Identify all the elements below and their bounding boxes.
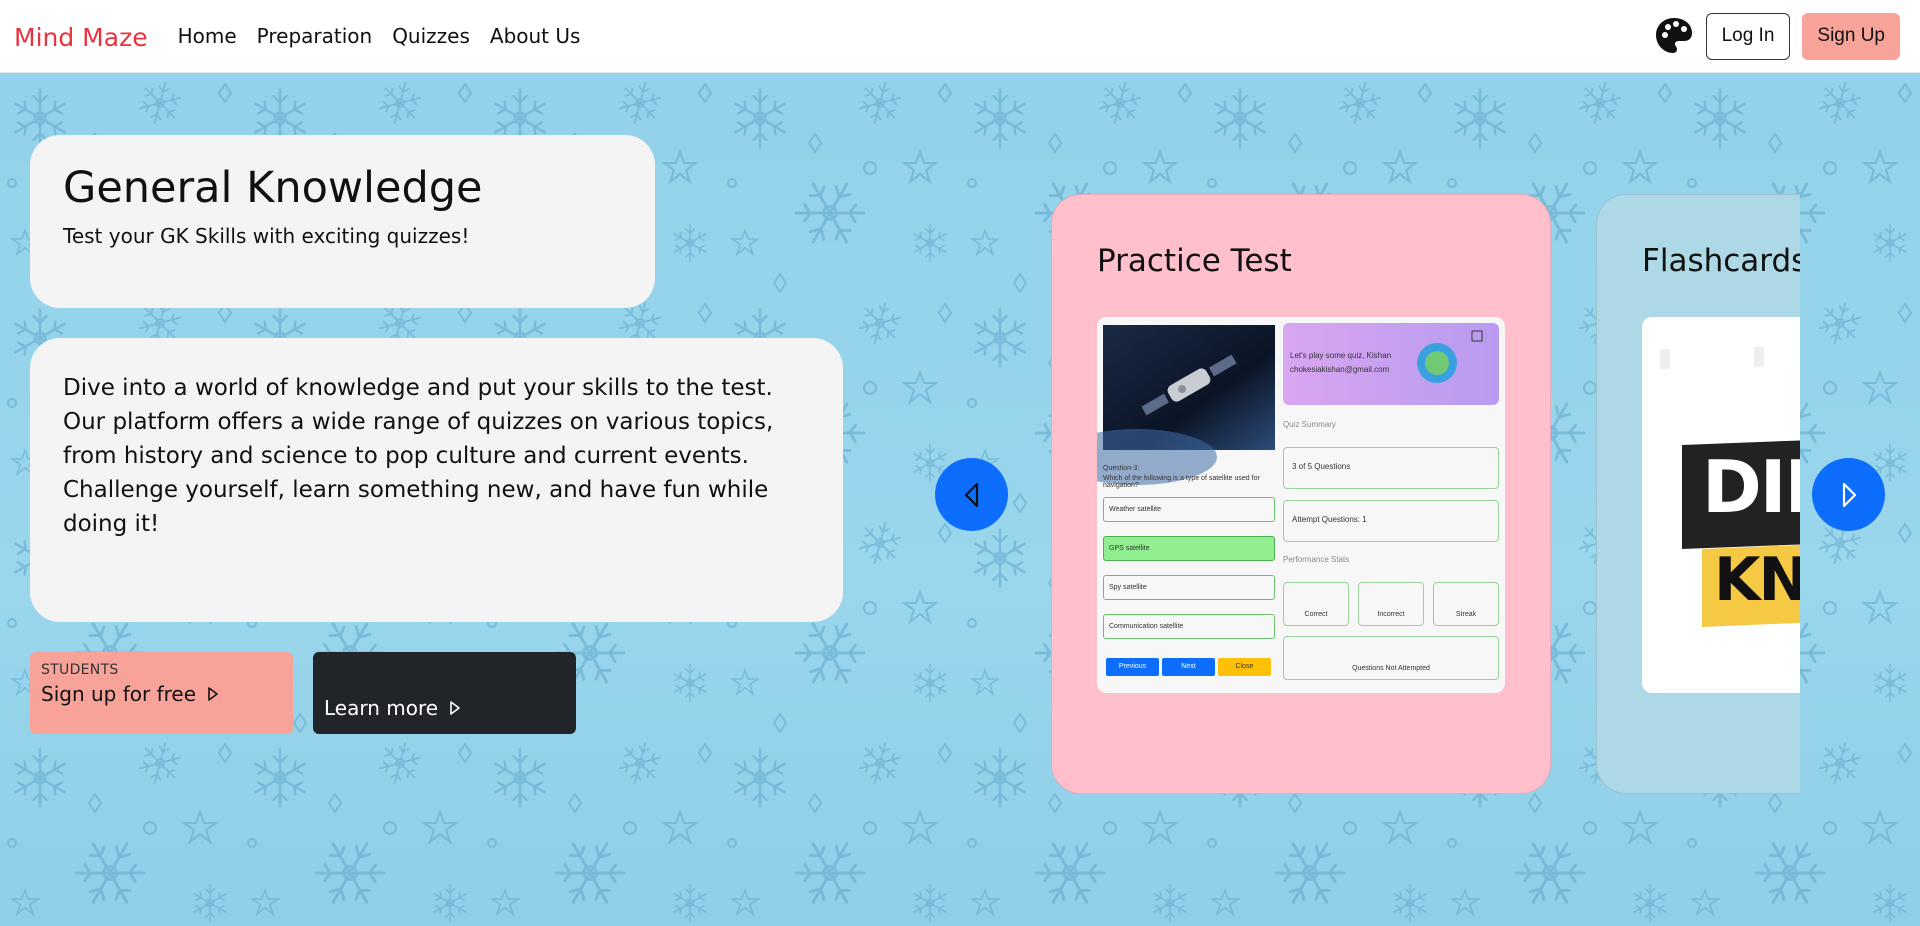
nav-link-home[interactable]: Home xyxy=(178,24,237,48)
page-title: General Knowledge xyxy=(63,163,483,213)
preview-question-number: Question-3: xyxy=(1103,465,1140,472)
preview-option: Spy satellite xyxy=(1103,575,1275,600)
carousel-slide-flashcards[interactable]: Flashcards DID KNO xyxy=(1596,194,1800,794)
preview-stat-correct: Correct xyxy=(1283,582,1349,626)
signup-button[interactable]: Sign Up xyxy=(1802,12,1900,60)
preview-previous-button: Previous xyxy=(1106,658,1159,676)
nav-link-quizzes[interactable]: Quizzes xyxy=(392,24,470,48)
flashcards-image-text-did: DID xyxy=(1702,445,1800,529)
learn-more-button[interactable]: Learn more xyxy=(313,652,576,734)
slide-title: Practice Test xyxy=(1097,243,1292,279)
nav-link-preparation[interactable]: Preparation xyxy=(257,24,373,48)
carousel-next-button[interactable] xyxy=(1812,458,1885,531)
cta-learn-text: Learn more xyxy=(324,696,439,720)
login-button[interactable]: Log In xyxy=(1705,12,1791,60)
preview-question-text: Which of the following is a type of sate… xyxy=(1103,475,1260,489)
preview-not-attempted: Questions Not Attempted xyxy=(1283,636,1499,680)
preview-option: Weather satellite xyxy=(1103,497,1275,522)
hero-description: Dive into a world of knowledge and put y… xyxy=(63,375,774,537)
carousel-prev-button[interactable] xyxy=(935,458,1008,531)
preview-stat-streak: Streak xyxy=(1433,582,1499,626)
preview-next-button: Next xyxy=(1162,658,1215,676)
navbar: Mind Maze Home Preparation Quizzes About… xyxy=(0,0,1920,73)
chevron-right-icon xyxy=(1842,482,1856,507)
preview-option: Communication satellite xyxy=(1103,614,1275,639)
play-outline-icon xyxy=(450,701,460,715)
nav-links: Home Preparation Quizzes About Us xyxy=(178,24,601,48)
cta-students-label: STUDENTS xyxy=(41,662,119,678)
preview-summary-heading: Quiz Summary xyxy=(1283,420,1336,429)
preview-option-selected: GPS satellite xyxy=(1103,536,1275,561)
flashcards-image-text-kno: KNO xyxy=(1714,545,1800,615)
cta-students-text: Sign up for free xyxy=(41,682,196,706)
play-outline-icon xyxy=(208,687,218,701)
feature-carousel: Practice Test Let's play some quiz, Kish… xyxy=(1040,190,1800,800)
flashcards-preview: DID KNO xyxy=(1642,317,1800,693)
nav-link-about-us[interactable]: About Us xyxy=(490,24,581,48)
practice-test-preview: Let's play some quiz, Kishan chokesiakis… xyxy=(1097,317,1505,693)
preview-progress: 3 of 5 Questions xyxy=(1283,447,1499,489)
preview-email: chokesiakishan@gmail.com xyxy=(1290,365,1390,374)
palette-icon[interactable] xyxy=(1654,16,1694,56)
preview-attempted: Attempt Questions: 1 xyxy=(1283,500,1499,542)
preview-stat-incorrect: Incorrect xyxy=(1358,582,1424,626)
chevron-left-icon xyxy=(964,482,978,507)
page-subtitle: Test your GK Skills with exciting quizze… xyxy=(63,224,470,249)
cta-learn-main: Learn more xyxy=(324,696,462,720)
signup-free-button[interactable]: STUDENTS Sign up for free xyxy=(30,652,293,734)
brand-logo[interactable]: Mind Maze xyxy=(14,23,148,52)
slide-title: Flashcards xyxy=(1642,243,1800,279)
carousel-slide-practice-test[interactable]: Practice Test Let's play some quiz, Kish… xyxy=(1051,194,1551,794)
preview-close-button: Close xyxy=(1218,658,1271,676)
preview-greeting: Let's play some quiz, Kishan xyxy=(1290,351,1392,360)
preview-stats-heading: Performance Stats xyxy=(1283,555,1350,564)
cta-students-main: Sign up for free xyxy=(41,682,282,706)
nav-actions: Log In Sign Up xyxy=(1654,12,1906,60)
hero-title-card: General Knowledge Test your GK Skills wi… xyxy=(30,135,655,308)
hero-description-card: Dive into a world of knowledge and put y… xyxy=(30,338,843,622)
